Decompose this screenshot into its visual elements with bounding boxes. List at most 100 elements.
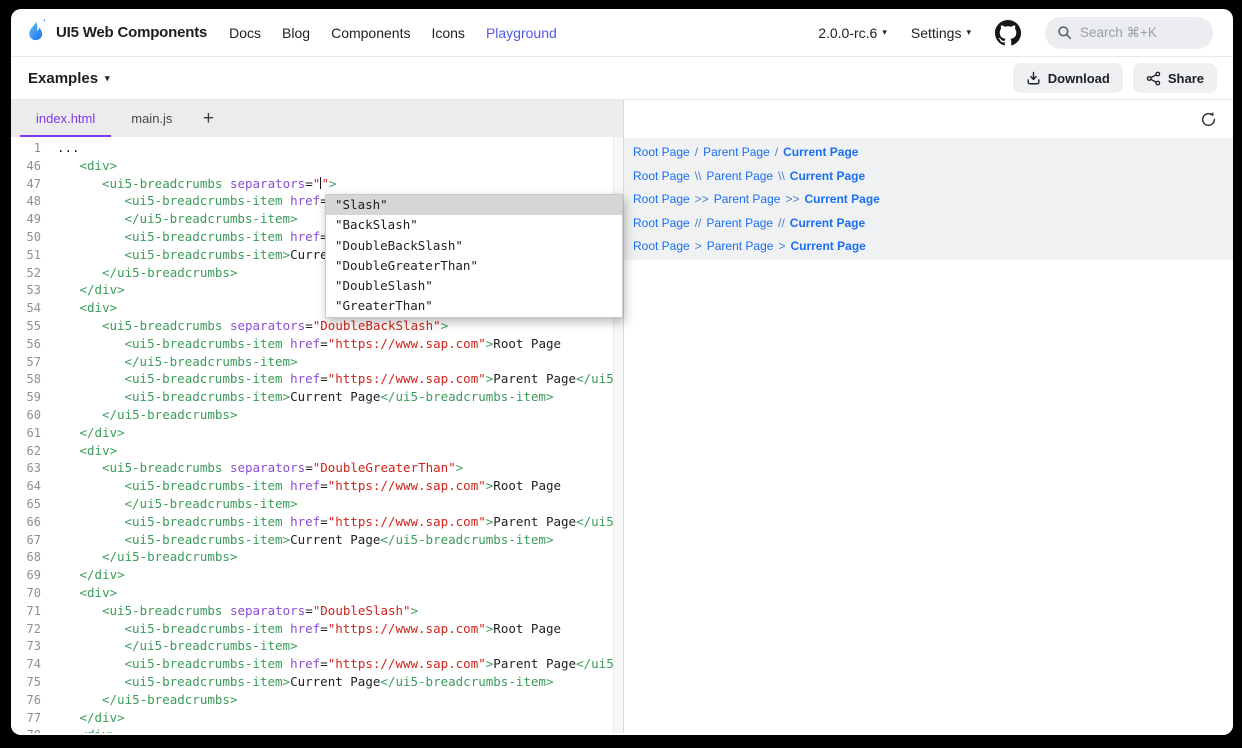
code-line-76[interactable]: 76</ui5-breadcrumbs> bbox=[11, 691, 623, 709]
breadcrumb-link-parent[interactable]: Parent Page bbox=[714, 192, 781, 206]
breadcrumb-link-root[interactable]: Root Page bbox=[633, 216, 690, 230]
breadcrumb-link-root[interactable]: Root Page bbox=[633, 169, 690, 183]
nav-links: Docs Blog Components Icons Playground bbox=[229, 25, 557, 41]
line-number: 46 bbox=[11, 158, 41, 176]
line-number: 74 bbox=[11, 656, 41, 674]
code-line-66[interactable]: 66<ui5-breadcrumbs-item href="https://ww… bbox=[11, 513, 623, 531]
line-number: 77 bbox=[11, 710, 41, 728]
line-number: 55 bbox=[11, 318, 41, 336]
code-line-65[interactable]: 65</ui5-breadcrumbs-item> bbox=[11, 495, 623, 513]
code-line-56[interactable]: 56<ui5-breadcrumbs-item href="https://ww… bbox=[11, 335, 623, 353]
line-number: 68 bbox=[11, 549, 41, 567]
share-button[interactable]: Share bbox=[1133, 63, 1217, 93]
breadcrumb-current: Current Page bbox=[804, 192, 879, 206]
search-input[interactable]: Search ⌘+K bbox=[1045, 17, 1213, 49]
nav-link-components[interactable]: Components bbox=[331, 25, 410, 41]
examples-dropdown[interactable]: Examples ▾ bbox=[28, 70, 110, 87]
editor-tab-bar: index.htmlmain.js+ bbox=[11, 100, 623, 137]
code-line-46[interactable]: 46<div> bbox=[11, 157, 623, 175]
autocomplete-option[interactable]: "GreaterThan" bbox=[326, 296, 622, 316]
breadcrumb-current: Current Page bbox=[790, 216, 865, 230]
code-line-69[interactable]: 69</div> bbox=[11, 566, 623, 584]
code-line-62[interactable]: 62<div> bbox=[11, 442, 623, 460]
download-button[interactable]: Download bbox=[1013, 63, 1123, 93]
preview-panel: Root Page/Parent Page/Current PageRoot P… bbox=[624, 100, 1233, 733]
app-window: UI5 Web Components Docs Blog Components Ico… bbox=[11, 9, 1233, 735]
breadcrumb-link-parent[interactable]: Parent Page bbox=[707, 239, 774, 253]
breadcrumb-link-root[interactable]: Root Page bbox=[633, 239, 690, 253]
breadcrumb-separator: >> bbox=[785, 192, 799, 206]
top-navbar: UI5 Web Components Docs Blog Components Ico… bbox=[11, 9, 1233, 57]
code-line-47[interactable]: 47<ui5-breadcrumbs separators=""> bbox=[11, 175, 623, 193]
nav-link-blog[interactable]: Blog bbox=[282, 25, 310, 41]
refresh-button[interactable] bbox=[1198, 109, 1219, 130]
line-number: 51 bbox=[11, 247, 41, 265]
line-number: 71 bbox=[11, 603, 41, 621]
code-line-71[interactable]: 71<ui5-breadcrumbs separators="DoubleSla… bbox=[11, 602, 623, 620]
line-number: 52 bbox=[11, 265, 41, 283]
breadcrumb-separator: / bbox=[775, 145, 778, 159]
line-number: 57 bbox=[11, 354, 41, 372]
breadcrumb-row: Root Page//Parent Page//Current Page bbox=[633, 212, 1223, 236]
brand-home-link[interactable]: UI5 Web Components bbox=[25, 19, 207, 46]
autocomplete-option[interactable]: "BackSlash" bbox=[326, 215, 622, 235]
editor-tab-index.html[interactable]: index.html bbox=[18, 100, 113, 137]
breadcrumb-current: Current Page bbox=[790, 169, 865, 183]
code-line-61[interactable]: 61</div> bbox=[11, 424, 623, 442]
main-split: index.htmlmain.js+ 1...46<div>47<ui5-bre… bbox=[11, 100, 1233, 733]
code-line-63[interactable]: 63<ui5-breadcrumbs separators="DoubleGre… bbox=[11, 459, 623, 477]
editor-tab-main.js[interactable]: main.js bbox=[113, 100, 190, 137]
code-line-73[interactable]: 73</ui5-breadcrumbs-item> bbox=[11, 637, 623, 655]
autocomplete-popup: "Slash""BackSlash""DoubleBackSlash""Doub… bbox=[325, 194, 623, 318]
line-number: 53 bbox=[11, 282, 41, 300]
line-number: 66 bbox=[11, 514, 41, 532]
breadcrumb-link-root[interactable]: Root Page bbox=[633, 192, 690, 206]
version-label: 2.0.0-rc.6 bbox=[818, 25, 877, 41]
autocomplete-option[interactable]: "Slash" bbox=[326, 195, 622, 215]
breadcrumb-link-parent[interactable]: Parent Page bbox=[706, 169, 773, 183]
autocomplete-option[interactable]: "DoubleGreaterThan" bbox=[326, 256, 622, 276]
code-line-64[interactable]: 64<ui5-breadcrumbs-item href="https://ww… bbox=[11, 477, 623, 495]
line-number: 54 bbox=[11, 300, 41, 318]
code-line-74[interactable]: 74<ui5-breadcrumbs-item href="https://ww… bbox=[11, 655, 623, 673]
code-line-77[interactable]: 77</div> bbox=[11, 709, 623, 727]
breadcrumb-separator: >> bbox=[695, 192, 709, 206]
breadcrumb-link-parent[interactable]: Parent Page bbox=[703, 145, 770, 159]
code-line-58[interactable]: 58<ui5-breadcrumbs-item href="https://ww… bbox=[11, 370, 623, 388]
code-line-1[interactable]: 1... bbox=[11, 139, 623, 157]
code-line-67[interactable]: 67<ui5-breadcrumbs-item>Current Page</ui… bbox=[11, 531, 623, 549]
code-line-55[interactable]: 55<ui5-breadcrumbs separators="DoubleBac… bbox=[11, 317, 623, 335]
line-number: 47 bbox=[11, 176, 41, 194]
nav-link-icons[interactable]: Icons bbox=[431, 25, 464, 41]
line-number: 70 bbox=[11, 585, 41, 603]
line-number: 76 bbox=[11, 692, 41, 710]
code-line-70[interactable]: 70<div> bbox=[11, 584, 623, 602]
line-number: 60 bbox=[11, 407, 41, 425]
nav-link-playground[interactable]: Playground bbox=[486, 25, 557, 41]
breadcrumb-separator: // bbox=[695, 216, 702, 230]
code-line-72[interactable]: 72<ui5-breadcrumbs-item href="https://ww… bbox=[11, 620, 623, 638]
settings-dropdown[interactable]: Settings ▾ bbox=[911, 25, 971, 41]
navbar-right: 2.0.0-rc.6 ▾ Settings ▾ bbox=[818, 17, 1213, 49]
code-line-68[interactable]: 68</ui5-breadcrumbs> bbox=[11, 548, 623, 566]
breadcrumbs-preview: Root Page/Parent Page/Current PageRoot P… bbox=[624, 138, 1233, 260]
autocomplete-option[interactable]: "DoubleBackSlash" bbox=[326, 236, 622, 256]
version-dropdown[interactable]: 2.0.0-rc.6 ▾ bbox=[818, 25, 887, 41]
brand-title: UI5 Web Components bbox=[56, 24, 207, 41]
chevron-down-icon: ▾ bbox=[882, 27, 887, 38]
breadcrumb-link-root[interactable]: Root Page bbox=[633, 145, 690, 159]
line-number: 73 bbox=[11, 638, 41, 656]
breadcrumb-link-parent[interactable]: Parent Page bbox=[706, 216, 773, 230]
nav-link-docs[interactable]: Docs bbox=[229, 25, 261, 41]
ui5-flame-logo-icon bbox=[25, 19, 48, 46]
code-line-75[interactable]: 75<ui5-breadcrumbs-item>Current Page</ui… bbox=[11, 673, 623, 691]
settings-label: Settings bbox=[911, 25, 962, 41]
code-line-57[interactable]: 57</ui5-breadcrumbs-item> bbox=[11, 353, 623, 371]
code-line-60[interactable]: 60</ui5-breadcrumbs> bbox=[11, 406, 623, 424]
code-line-59[interactable]: 59<ui5-breadcrumbs-item>Current Page</ui… bbox=[11, 388, 623, 406]
add-tab-button[interactable]: + bbox=[190, 100, 226, 137]
autocomplete-option[interactable]: "DoubleSlash" bbox=[326, 276, 622, 296]
github-link[interactable] bbox=[995, 20, 1021, 46]
code-line-78[interactable]: 78<div> bbox=[11, 726, 623, 733]
chevron-down-icon: ▾ bbox=[966, 27, 971, 38]
